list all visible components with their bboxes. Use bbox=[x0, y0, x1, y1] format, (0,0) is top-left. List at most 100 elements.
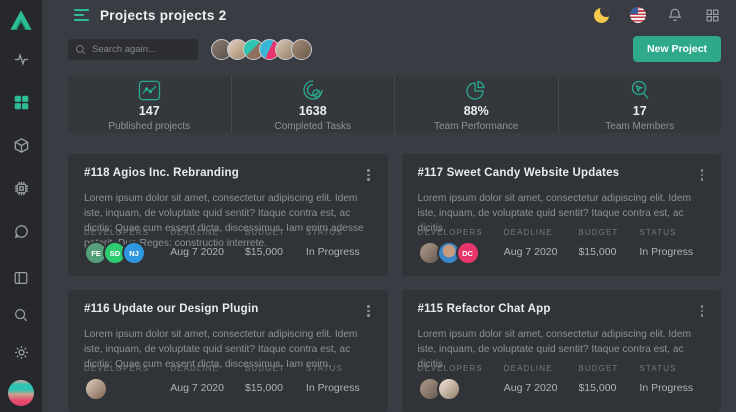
developers-column: DEVELOPERS DC bbox=[418, 228, 483, 265]
search-box bbox=[68, 39, 198, 60]
moon-icon bbox=[594, 8, 609, 23]
app-logo[interactable] bbox=[0, 0, 42, 40]
stat-completed-tasks: 1638 Completed Tasks bbox=[232, 76, 396, 133]
activity-icon bbox=[13, 51, 30, 68]
sidebar-item-messages[interactable] bbox=[12, 222, 30, 240]
zoom-cursor-icon bbox=[629, 79, 651, 101]
meta-label: STATUS bbox=[306, 364, 360, 373]
stat-team-members: 17 Team Members bbox=[559, 76, 722, 133]
search-icon bbox=[75, 44, 86, 55]
deadline-value: Aug 7 2020 bbox=[504, 382, 558, 394]
budget-value: $15,000 bbox=[245, 382, 285, 394]
card-menu-button[interactable] bbox=[699, 303, 706, 319]
status-column: STATUS In Progress bbox=[306, 364, 360, 401]
status-column: STATUS In Progress bbox=[639, 228, 693, 265]
project-card: #115 Refactor Chat App Lorem ipsum dolor… bbox=[402, 290, 722, 412]
developer-avatar[interactable]: NJ bbox=[122, 241, 146, 265]
settings-gear-icon bbox=[13, 344, 30, 361]
developer-avatar[interactable] bbox=[437, 377, 461, 401]
sidebar-item-packages[interactable] bbox=[12, 136, 30, 154]
sidebar-item-hardware[interactable] bbox=[12, 179, 30, 197]
layout-icon bbox=[13, 270, 29, 286]
dark-mode-toggle[interactable] bbox=[592, 6, 610, 24]
budget-column: BUDGET $15,000 bbox=[245, 364, 285, 401]
developer-avatar[interactable]: DC bbox=[456, 241, 480, 265]
developer-avatars bbox=[84, 377, 149, 401]
main-content: Projects projects 2 bbox=[42, 0, 736, 412]
deadline-value: Aug 7 2020 bbox=[170, 246, 224, 258]
triangle-logo-icon bbox=[8, 7, 34, 33]
developer-avatar[interactable] bbox=[84, 377, 108, 401]
deadline-value: Aug 7 2020 bbox=[504, 246, 558, 258]
project-card-meta: DEVELOPERS DEADLINE Aug 7 2020 BUDGET $1… bbox=[84, 364, 372, 401]
project-card: #118 Agios Inc. Rebranding Lorem ipsum d… bbox=[68, 154, 388, 276]
meta-label: STATUS bbox=[639, 364, 693, 373]
stat-team-performance: 88% Team Performance bbox=[395, 76, 559, 133]
language-selector[interactable] bbox=[629, 6, 647, 24]
deadline-column: DEADLINE Aug 7 2020 bbox=[504, 228, 558, 265]
project-card-meta: DEVELOPERS DC DEADLINE Aug 7 2020 BUDGET bbox=[418, 228, 706, 265]
status-value: In Progress bbox=[306, 382, 360, 394]
stat-published-projects: 147 Published projects bbox=[68, 76, 232, 133]
project-card-title: #116 Update our Design Plugin bbox=[84, 303, 259, 315]
stat-label: Team Performance bbox=[434, 121, 518, 132]
search-icon bbox=[13, 307, 29, 323]
developers-column: DEVELOPERS bbox=[418, 364, 483, 401]
toolbar: New Project bbox=[68, 36, 721, 62]
cube-icon bbox=[13, 137, 30, 154]
team-avatar-group bbox=[211, 39, 312, 60]
sidebar-item-settings[interactable] bbox=[12, 343, 30, 361]
budget-value: $15,000 bbox=[578, 246, 618, 258]
project-card-title: #118 Agios Inc. Rebranding bbox=[84, 167, 239, 179]
project-card-title: #115 Refactor Chat App bbox=[418, 303, 551, 315]
project-card-title: #117 Sweet Candy Website Updates bbox=[418, 167, 620, 179]
page-title: Projects projects 2 bbox=[100, 8, 227, 23]
meta-label: STATUS bbox=[639, 228, 693, 237]
pie-chart-icon bbox=[465, 79, 487, 101]
meta-label: BUDGET bbox=[578, 228, 618, 237]
meta-label: DEADLINE bbox=[504, 228, 558, 237]
chart-icon bbox=[138, 80, 161, 101]
bell-icon bbox=[667, 7, 683, 23]
apps-menu-button[interactable] bbox=[703, 6, 721, 24]
deadline-column: DEADLINE Aug 7 2020 bbox=[170, 228, 224, 265]
sidebar-item-layout[interactable] bbox=[12, 269, 30, 287]
hamburger-menu-button[interactable] bbox=[74, 9, 89, 21]
status-value: In Progress bbox=[639, 246, 693, 258]
new-project-button[interactable]: New Project bbox=[633, 36, 721, 62]
search-input[interactable] bbox=[92, 44, 191, 55]
budget-column: BUDGET $15,000 bbox=[245, 228, 285, 265]
meta-label: DEADLINE bbox=[504, 364, 558, 373]
apps-grid-icon bbox=[705, 8, 720, 23]
stat-value: 1638 bbox=[299, 104, 327, 118]
developer-avatars: DC bbox=[418, 241, 483, 265]
budget-column: BUDGET $15,000 bbox=[578, 228, 618, 265]
stat-label: Published projects bbox=[108, 121, 190, 132]
apps-grid-icon bbox=[13, 94, 30, 111]
card-menu-button[interactable] bbox=[699, 167, 706, 183]
topbar: Projects projects 2 bbox=[68, 0, 721, 30]
project-cards-grid: #118 Agios Inc. Rebranding Lorem ipsum d… bbox=[68, 154, 721, 412]
stats-panel: 147 Published projects 1638 Completed Ta… bbox=[68, 76, 721, 133]
meta-label: DEVELOPERS bbox=[84, 228, 149, 237]
chip-icon bbox=[13, 180, 30, 197]
team-avatar[interactable] bbox=[291, 39, 312, 60]
card-menu-button[interactable] bbox=[365, 303, 372, 319]
status-value: In Progress bbox=[639, 382, 693, 394]
project-card-meta: DEVELOPERS FE SD NJ DEADLINE Aug 7 2020 … bbox=[84, 228, 372, 265]
stat-value: 17 bbox=[633, 104, 647, 118]
notifications-button[interactable] bbox=[666, 6, 684, 24]
app-root: Projects projects 2 bbox=[0, 0, 736, 412]
project-card: #116 Update our Design Plugin Lorem ipsu… bbox=[68, 290, 388, 412]
developers-column: DEVELOPERS bbox=[84, 364, 149, 401]
sidebar-item-projects[interactable] bbox=[12, 93, 30, 111]
card-menu-button[interactable] bbox=[365, 167, 372, 183]
sidebar-item-activity[interactable] bbox=[12, 50, 30, 68]
status-column: STATUS In Progress bbox=[306, 228, 360, 265]
meta-label: DEVELOPERS bbox=[418, 228, 483, 237]
meta-label: DEVELOPERS bbox=[418, 364, 483, 373]
sidebar-bottom bbox=[8, 269, 34, 412]
sidebar-item-search[interactable] bbox=[12, 306, 30, 324]
user-avatar[interactable] bbox=[8, 380, 34, 406]
sidebar bbox=[0, 0, 42, 412]
